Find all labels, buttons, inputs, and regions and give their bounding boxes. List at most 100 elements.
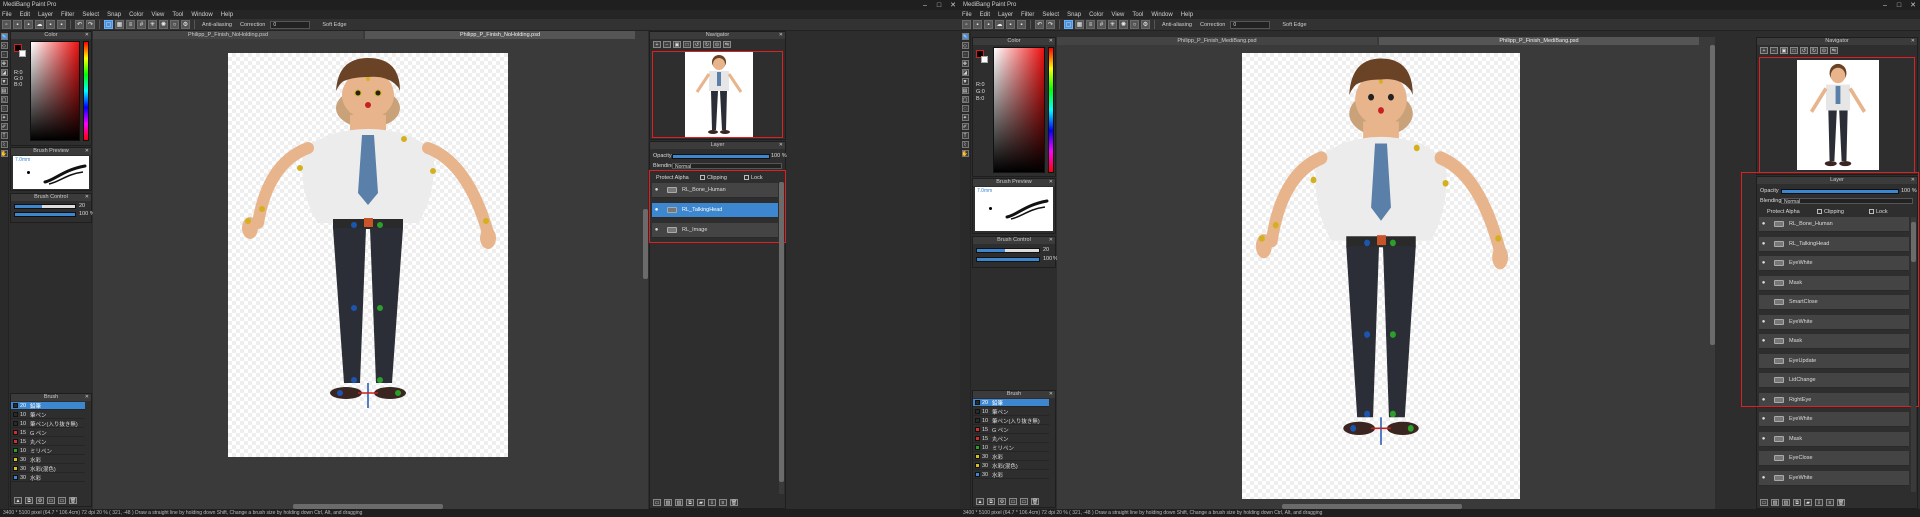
snap-radial-icon[interactable]: ✺ xyxy=(159,20,168,29)
brush-list-item[interactable]: 15 丸ペン xyxy=(973,435,1049,443)
panel-close-icon[interactable]: ✕ xyxy=(1049,38,1053,45)
color-saturation-square[interactable] xyxy=(30,41,80,141)
image-icon[interactable]: ▪ xyxy=(46,20,55,29)
brush-list-item[interactable]: 30 水彩(混色) xyxy=(973,462,1049,470)
new-8bit-icon[interactable]: ▥ xyxy=(675,499,683,506)
panel-close-icon[interactable]: ✕ xyxy=(85,194,89,201)
panel-close-icon[interactable]: ✕ xyxy=(1049,237,1053,244)
hand-tool-icon[interactable]: ✋ xyxy=(0,150,8,157)
soft-edge-label[interactable]: Soft Edge xyxy=(1282,22,1306,28)
new-file-icon[interactable]: ▫ xyxy=(2,20,11,29)
redo-icon[interactable]: ↷ xyxy=(86,20,95,29)
brush-delete-icon[interactable]: 🗑 xyxy=(69,497,77,504)
rotate-left-icon[interactable]: ↺ xyxy=(1800,47,1808,54)
image-icon[interactable]: ▪ xyxy=(1006,20,1015,29)
panel-close-icon[interactable]: ✕ xyxy=(85,148,89,155)
snap-circle-icon[interactable]: ○ xyxy=(170,20,179,29)
color-hue-bar[interactable] xyxy=(1048,47,1054,173)
brush-opacity-slider[interactable] xyxy=(976,257,1040,262)
brush-list-item[interactable]: 10 ミリペン xyxy=(11,447,85,455)
menu-file[interactable]: File xyxy=(2,12,12,18)
snap-cross-icon[interactable]: # xyxy=(137,20,146,29)
cloud-icon[interactable]: ☁ xyxy=(35,20,44,29)
brush-list-item[interactable]: 30 水彩 xyxy=(11,456,85,464)
menu-snap[interactable]: Snap xyxy=(107,12,121,18)
delete-layer-icon[interactable]: 🗑 xyxy=(730,499,738,506)
cloud-icon[interactable]: ☁ xyxy=(995,20,1004,29)
select-rect-icon[interactable]: ▢ xyxy=(1064,20,1073,29)
bucket-tool-icon[interactable]: ▼ xyxy=(961,78,969,85)
select-tool-icon[interactable]: ▢ xyxy=(961,96,969,103)
brush-list-item[interactable]: 10 筆ペン(入り抜き無) xyxy=(11,420,85,428)
move-tool-icon[interactable]: ✥ xyxy=(961,60,969,67)
brush-list-item[interactable]: 20 鉛筆 xyxy=(973,399,1049,407)
menu-select[interactable]: Select xyxy=(1042,12,1059,18)
layer-menu-icon[interactable]: ≡ xyxy=(719,499,727,506)
brush-folder2-icon[interactable]: ▭ xyxy=(1020,498,1028,505)
redo-icon[interactable]: ↷ xyxy=(1046,20,1055,29)
menu-file[interactable]: File xyxy=(962,12,972,18)
new-layer-icon[interactable]: ▭ xyxy=(1760,499,1768,506)
canvas-area[interactable]: Philipp_P_Finish_NoHolding.psd Philipp_P… xyxy=(93,31,648,509)
menu-color[interactable]: Color xyxy=(1089,12,1103,18)
blending-select[interactable]: Normal xyxy=(672,163,782,170)
brush-size-slider[interactable] xyxy=(976,248,1040,253)
visibility-eye-icon[interactable]: ● xyxy=(1759,416,1768,422)
visibility-eye-icon[interactable]: ● xyxy=(1759,475,1768,481)
panel-close-icon[interactable]: ✕ xyxy=(1049,391,1053,398)
snap-off-icon[interactable]: ▦ xyxy=(115,20,124,29)
eyedropper-icon[interactable]: ⌇ xyxy=(0,141,8,148)
brush-size-slider[interactable] xyxy=(14,204,76,209)
snap-settings-icon[interactable]: ⚙ xyxy=(181,20,190,29)
menu-edit[interactable]: Edit xyxy=(20,12,30,18)
snap-off-icon[interactable]: ▦ xyxy=(1075,20,1084,29)
merge-layer-icon[interactable]: ⇩ xyxy=(708,499,716,506)
brush-add-icon[interactable]: ▲ xyxy=(14,497,22,504)
brush-folder-icon[interactable]: ▭ xyxy=(1009,498,1017,505)
maximize-icon[interactable]: □ xyxy=(1892,2,1906,9)
brush-folder2-icon[interactable]: ▭ xyxy=(58,497,66,504)
menu-color[interactable]: Color xyxy=(129,12,143,18)
minimize-icon[interactable]: – xyxy=(918,2,932,9)
layer-menu-icon[interactable]: ≡ xyxy=(1826,499,1834,506)
zoom-out-icon[interactable]: − xyxy=(1770,47,1778,54)
close-icon[interactable]: ✕ xyxy=(1906,1,1920,9)
close-icon[interactable]: ✕ xyxy=(946,1,960,9)
brush-add-icon[interactable]: ▲ xyxy=(976,498,984,505)
brush-opacity-slider[interactable] xyxy=(14,212,76,217)
doc-tab-1[interactable]: Philipp_P_Finish_MediBang.psd xyxy=(1057,37,1377,45)
layer-item[interactable]: ● Mask xyxy=(1759,431,1909,447)
background-color-swatch[interactable] xyxy=(19,50,26,57)
undo-icon[interactable]: ↶ xyxy=(75,20,84,29)
correction-select[interactable]: 0 xyxy=(270,20,311,29)
brush-tool-icon[interactable]: ✎ xyxy=(961,33,969,40)
open-file-icon[interactable]: ▪ xyxy=(973,20,982,29)
layer-opacity-slider[interactable] xyxy=(672,154,770,159)
select-pen-icon[interactable]: ✐ xyxy=(0,123,8,130)
brush-delete-icon[interactable]: 🗑 xyxy=(1031,498,1039,505)
panel-close-icon[interactable]: ✕ xyxy=(1911,38,1915,45)
brush-list-item[interactable]: 10 筆ペン xyxy=(973,408,1049,416)
snap-vanish-icon[interactable]: ✳ xyxy=(148,20,157,29)
doc-tab-2[interactable]: Philipp_P_Finish_NoHolding.psd xyxy=(365,31,635,39)
zoom-out-icon[interactable]: − xyxy=(663,41,671,48)
menu-filter[interactable]: Filter xyxy=(1021,12,1034,18)
menu-layer[interactable]: Layer xyxy=(998,12,1013,18)
menu-tool[interactable]: Tool xyxy=(172,12,183,18)
brush-copy-icon[interactable]: ⧉ xyxy=(987,498,995,505)
actual-size-icon[interactable]: □ xyxy=(1790,47,1798,54)
menu-view[interactable]: View xyxy=(1111,12,1124,18)
brush-list-item[interactable]: 10 ミリペン xyxy=(973,444,1049,452)
actual-size-icon[interactable]: □ xyxy=(683,41,691,48)
reset-rotate-icon[interactable]: ⊙ xyxy=(713,41,721,48)
folder-layer-icon[interactable]: ▰ xyxy=(697,499,705,506)
panel-close-icon[interactable]: ✕ xyxy=(85,32,89,39)
select-pen-icon[interactable]: ✐ xyxy=(961,123,969,130)
panel-close-icon[interactable]: ✕ xyxy=(85,394,89,401)
bucket-tool-icon[interactable]: ▼ xyxy=(0,78,8,85)
zoom-in-icon[interactable]: + xyxy=(653,41,661,48)
layer-vscroll[interactable] xyxy=(779,182,784,494)
doc-tab-1[interactable]: Philipp_P_Finish_NoHolding.psd xyxy=(93,31,363,39)
antialias-label[interactable]: Anti-aliasing xyxy=(1162,22,1192,28)
brush-list-item[interactable]: 15 G ペン xyxy=(11,429,85,437)
